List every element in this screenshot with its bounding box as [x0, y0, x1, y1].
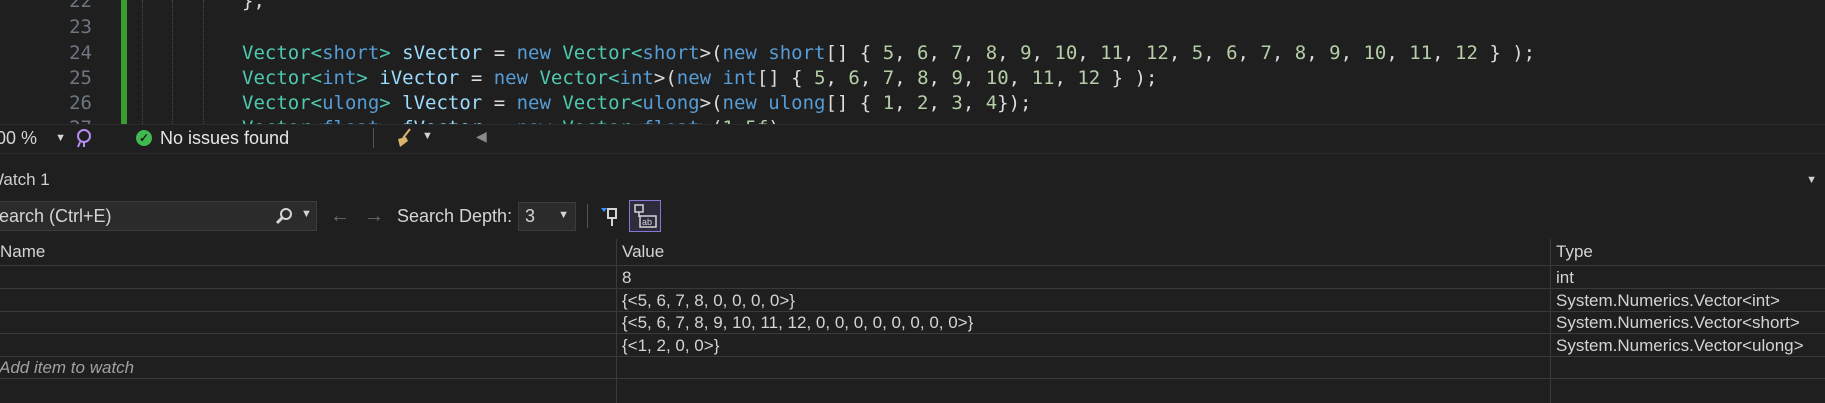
line-number: 24 [69, 42, 92, 64]
watch-type-cell: System.Numerics.Vector<short> [1556, 313, 1800, 332]
watch-type-cell: System.Numerics.Vector<ulong> [1556, 335, 1804, 355]
add-item-placeholder[interactable]: Add item to watch [0, 356, 615, 379]
grid-header-row: Name Value Type [0, 239, 1825, 266]
code-text: Vector<short> sVector = new Vector<short… [242, 42, 1536, 64]
code-line[interactable]: 22}; [0, 0, 1825, 14]
code-text: Vector<float> fVector = new Vector<float… [242, 115, 791, 124]
watch-value-cell[interactable]: {<1, 2, 0, 0>} [622, 334, 1552, 357]
code-line[interactable]: 26 Vector<ulong> lVector = new Vector<ulo… [0, 90, 1825, 116]
zoom-value: 100 % [0, 128, 38, 148]
search-depth-select[interactable]: 3 ▼ [518, 202, 576, 231]
intellicode-icon[interactable] [74, 128, 94, 153]
watch-value-cell[interactable]: 8 [622, 266, 1552, 289]
watch-toolbar: Search (Ctrl+E) ▼ ← → Search Depth: 3 ▼ … [0, 199, 1825, 235]
status-divider [373, 128, 374, 148]
column-header-name[interactable]: Name [0, 239, 616, 265]
watch-type-cell: int [1556, 268, 1574, 287]
issues-text: No issues found [160, 128, 290, 148]
code-line[interactable]: 27 Vector<float> fVector = new Vector<flo… [0, 115, 1825, 124]
line-number: 22 [69, 0, 92, 12]
column-header-type[interactable]: Type [1556, 239, 1825, 265]
line-number: 25 [69, 67, 92, 89]
chevron-down-icon: ▼ [558, 209, 569, 221]
watch-value-cell[interactable]: {<5, 6, 7, 8, 9, 10, 11, 12, 0, 0, 0, 0,… [622, 311, 1552, 334]
hexadecimal-display-button[interactable]: ab [629, 200, 661, 232]
watch-row[interactable]: ▷lVector{<1, 2, 0, 0>}System.Numerics.Ve… [0, 334, 1825, 357]
chevron-down-icon: ▼ [55, 132, 66, 144]
search-placeholder: Search (Ctrl+E) [0, 206, 112, 226]
search-input[interactable]: Search (Ctrl+E) ▼ [0, 201, 317, 231]
forward-arrow-icon[interactable]: → [364, 205, 384, 227]
line-number: 27 [40, 115, 92, 124]
add-watch-row[interactable]: Add item to watch [0, 356, 1825, 379]
watch-row[interactable]: ▷iVector{<5, 6, 7, 8, 0, 0, 0, 0>}System… [0, 289, 1825, 312]
code-text: }; [242, 0, 265, 12]
broom-icon[interactable] [394, 127, 416, 154]
code-editor[interactable]: 22}; 23 24 Vector<short> sVector = new Vect… [0, 0, 1825, 124]
scroll-left-icon[interactable]: ◀ [476, 128, 487, 145]
code-line[interactable]: 25 Vector<int> iVector = new Vector<int>(… [0, 65, 1825, 91]
check-circle-icon: ✓ [136, 130, 152, 146]
back-arrow-icon[interactable]: ← [330, 205, 350, 227]
column-divider[interactable] [616, 239, 617, 403]
search-depth-label: Search Depth: [397, 206, 513, 226]
watch-panel-header: Watch 1 ▼ [0, 163, 1825, 197]
search-icon[interactable] [274, 206, 294, 231]
line-number: 23 [69, 16, 92, 38]
pin-icon[interactable] [598, 205, 622, 229]
line-number: 26 [69, 92, 92, 114]
code-line[interactable]: 23 [0, 14, 1825, 40]
chevron-down-icon[interactable]: ▼ [1806, 163, 1817, 197]
watch-title: Watch 1 [0, 170, 50, 189]
watch-row[interactable]: Vector<int>.Count8int [0, 266, 1825, 289]
column-header-value[interactable]: Value [622, 239, 1552, 265]
code-text: Vector<ulong> lVector = new Vector<ulong… [242, 92, 1032, 114]
chevron-down-icon[interactable]: ▼ [422, 130, 433, 142]
watch-type-cell: System.Numerics.Vector<int> [1556, 290, 1780, 310]
zoom-dropdown[interactable]: 100 % ▼ [0, 127, 68, 149]
column-divider[interactable] [1550, 239, 1551, 403]
watch-value-cell[interactable]: {<5, 6, 7, 8, 0, 0, 0, 0>} [622, 289, 1552, 312]
code-text: Vector<int> iVector = new Vector<int>(ne… [242, 67, 1158, 89]
chevron-down-icon[interactable]: ▼ [301, 208, 312, 220]
code-line[interactable]: 24 Vector<short> sVector = new Vector<sho… [0, 40, 1825, 66]
svg-text:ab: ab [642, 217, 652, 227]
watch-row[interactable]: ▷sVector{<5, 6, 7, 8, 9, 10, 11, 12, 0, … [0, 311, 1825, 334]
editor-status-bar: 100 % ▼ ✓ No issues found ▼ ◀ [0, 124, 1825, 154]
search-depth-value: 3 [525, 206, 536, 226]
toolbar-divider [587, 204, 588, 228]
